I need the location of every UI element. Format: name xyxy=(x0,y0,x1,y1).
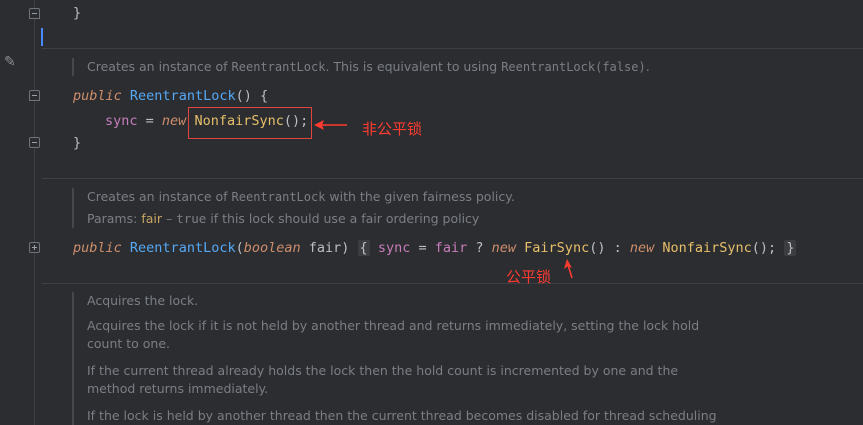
fold-expand-icon[interactable] xyxy=(29,242,40,253)
method-separator xyxy=(42,283,863,284)
javadoc-line: Acquires the lock. xyxy=(87,293,199,308)
arrow-up-icon xyxy=(564,259,573,279)
javadoc-block: Acquires the lock. Acquires the lock if … xyxy=(72,292,717,425)
javadoc-block: Creates an instance of ReentrantLock. Th… xyxy=(72,58,650,76)
edit-pencil-icon[interactable]: ✎ xyxy=(4,54,20,70)
constructor-signature[interactable]: public ReentrantLock() { xyxy=(73,87,268,105)
javadoc-line: If the lock is held by another thread th… xyxy=(87,408,717,423)
javadoc-line: count to one. xyxy=(87,336,170,351)
javadoc-params-line: Params: fair – true if this lock should … xyxy=(87,211,480,226)
method-separator xyxy=(42,48,863,49)
annotation-fair: 公平锁 xyxy=(506,268,552,286)
javadoc-line: Creates an instance of ReentrantLock. Th… xyxy=(87,59,650,74)
highlight-box xyxy=(188,107,312,139)
fold-end-icon[interactable] xyxy=(29,137,40,148)
annotation-nonfair: 非公平锁 xyxy=(362,120,423,138)
fold-collapse-icon[interactable] xyxy=(29,8,40,19)
constructor-fair-line[interactable]: public ReentrantLock(boolean fair) { syn… xyxy=(73,239,797,257)
text-caret xyxy=(41,28,43,46)
javadoc-line: Creates an instance of ReentrantLock wit… xyxy=(87,189,515,204)
javadoc-line: method returns immediately. xyxy=(87,381,269,396)
closing-brace[interactable]: } xyxy=(73,134,81,152)
fold-collapse-icon[interactable] xyxy=(29,90,40,101)
arrow-left-icon xyxy=(314,120,347,130)
javadoc-line: If the current thread already holds the … xyxy=(87,363,679,378)
method-separator xyxy=(42,178,863,179)
javadoc-block: Creates an instance of ReentrantLock wit… xyxy=(72,188,515,228)
closing-brace[interactable]: } xyxy=(73,4,81,22)
javadoc-line: Acquires the lock if it is not held by a… xyxy=(87,318,700,333)
fold-guide-line xyxy=(34,0,35,425)
